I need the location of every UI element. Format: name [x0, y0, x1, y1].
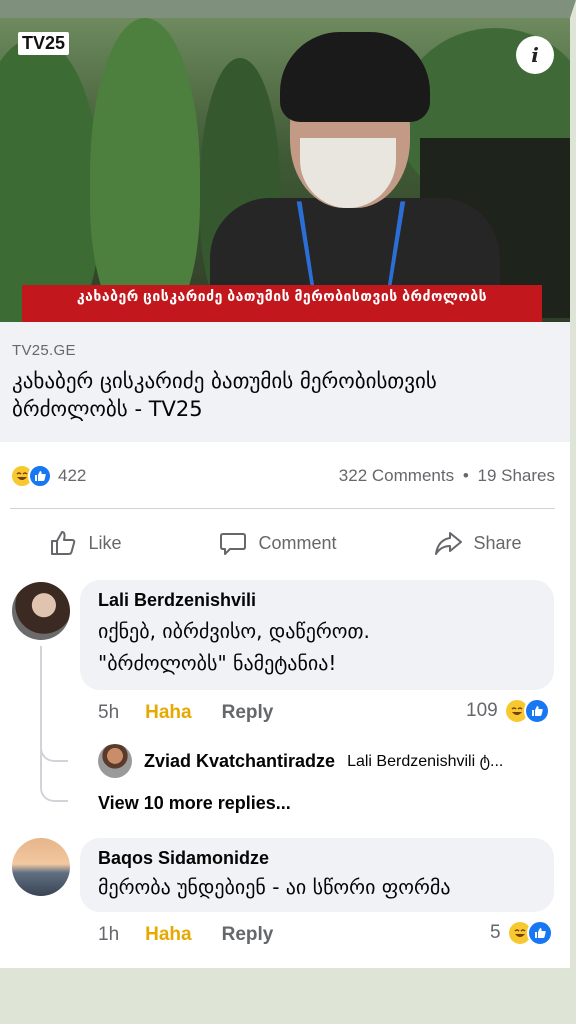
reply-preview[interactable]: Zviad Kvatchantiradze Lali Berdzenishvil… — [98, 744, 503, 778]
like-label: Like — [88, 532, 122, 553]
tree-shape — [90, 18, 200, 322]
reply-author[interactable]: Zviad Kvatchantiradze — [144, 751, 335, 772]
post-actions: Like Comment Share — [0, 520, 570, 566]
comment-text-line: იქნებ, იბრძვისო, დაწეროთ. — [98, 619, 370, 643]
comment-meta: 5h Haha Reply — [98, 702, 273, 724]
comment-bubble: Baqos Sidamonidze მერობა უნდებიენ - აი ს… — [80, 838, 554, 912]
lanyard — [296, 201, 406, 299]
avatar[interactable] — [12, 838, 70, 896]
post-stats: 422 322 Comments • 19 Shares — [10, 460, 555, 492]
comment-reaction-count[interactable]: 109 — [466, 698, 550, 724]
comment-text-line: "ბრძოლობს" ნამეტანია! — [98, 651, 337, 675]
comment-time[interactable]: 5h — [98, 702, 119, 724]
reply-button[interactable]: Reply — [222, 702, 274, 724]
like-button[interactable]: Like — [48, 528, 122, 558]
comment-author[interactable]: Baqos Sidamonidze — [98, 848, 536, 869]
share-button[interactable]: Share — [433, 528, 521, 558]
comments-shares: 322 Comments • 19 Shares — [335, 466, 555, 486]
person-headscarf — [280, 32, 430, 122]
share-arrow-icon — [435, 532, 463, 555]
link-title[interactable]: კახაბერ ცისკარიძე ბათუმის მერობისთვის ბრ… — [12, 367, 558, 423]
comment-time[interactable]: 1h — [98, 924, 119, 946]
comment-text: მერობა უნდებიენ - აი სწორი ფორმა — [98, 875, 451, 899]
divider — [10, 508, 555, 509]
reply-button[interactable]: Reply — [222, 924, 274, 946]
link-preview[interactable]: TV25.GE კახაბერ ცისკარიძე ბათუმის მერობი… — [0, 322, 570, 442]
like-icon — [28, 464, 52, 488]
info-icon[interactable]: i — [516, 36, 554, 74]
share-label: Share — [473, 532, 522, 553]
comment-meta: 1h Haha Reply — [98, 924, 273, 946]
channel-logo: TV25 — [18, 32, 70, 55]
avatar[interactable] — [12, 582, 70, 640]
avatar[interactable] — [98, 744, 132, 778]
reaction-number: 5 — [490, 922, 501, 943]
reaction-number: 109 — [466, 700, 498, 721]
reaction-summary[interactable]: 422 — [10, 464, 86, 488]
comment-bubble: Lali Berdzenishvili იქნებ, იბრძვისო, დაწ… — [80, 580, 554, 690]
comment-text: იქნებ, იბრძვისო, დაწეროთ. "ბრძოლობს" ნამ… — [98, 615, 536, 679]
like-icon — [526, 920, 553, 946]
reaction-count: 422 — [58, 466, 87, 485]
comment-button[interactable]: Comment — [218, 528, 336, 558]
view-more-replies[interactable]: View 10 more replies... — [98, 793, 291, 814]
thread-connector — [40, 756, 68, 802]
tree-shape — [0, 38, 100, 322]
shares-count[interactable]: 19 Shares — [478, 466, 556, 485]
comment-bubble-icon — [220, 533, 247, 555]
post-image[interactable]: TV25 i კახაბერ ცისკარიძე ბათუმის მერობის… — [0, 18, 570, 322]
news-banner: კახაბერ ცისკარიძე ბათუმის მერობისთვის ბრ… — [22, 285, 542, 322]
comment-reaction-count[interactable]: 5 — [490, 920, 553, 946]
haha-reaction-button[interactable]: Haha — [145, 702, 191, 724]
haha-reaction-button[interactable]: Haha — [145, 924, 191, 946]
like-icon — [523, 698, 550, 724]
link-domain: TV25.GE — [12, 342, 76, 359]
comment-label: Comment — [258, 532, 337, 553]
reply-text: Lali Berdzenishvili ტ... — [347, 753, 504, 770]
comments-count[interactable]: 322 Comments — [339, 466, 454, 485]
thumbs-up-icon — [51, 531, 76, 555]
comment-author[interactable]: Lali Berdzenishvili — [98, 590, 536, 611]
separator-dot: • — [462, 466, 469, 485]
